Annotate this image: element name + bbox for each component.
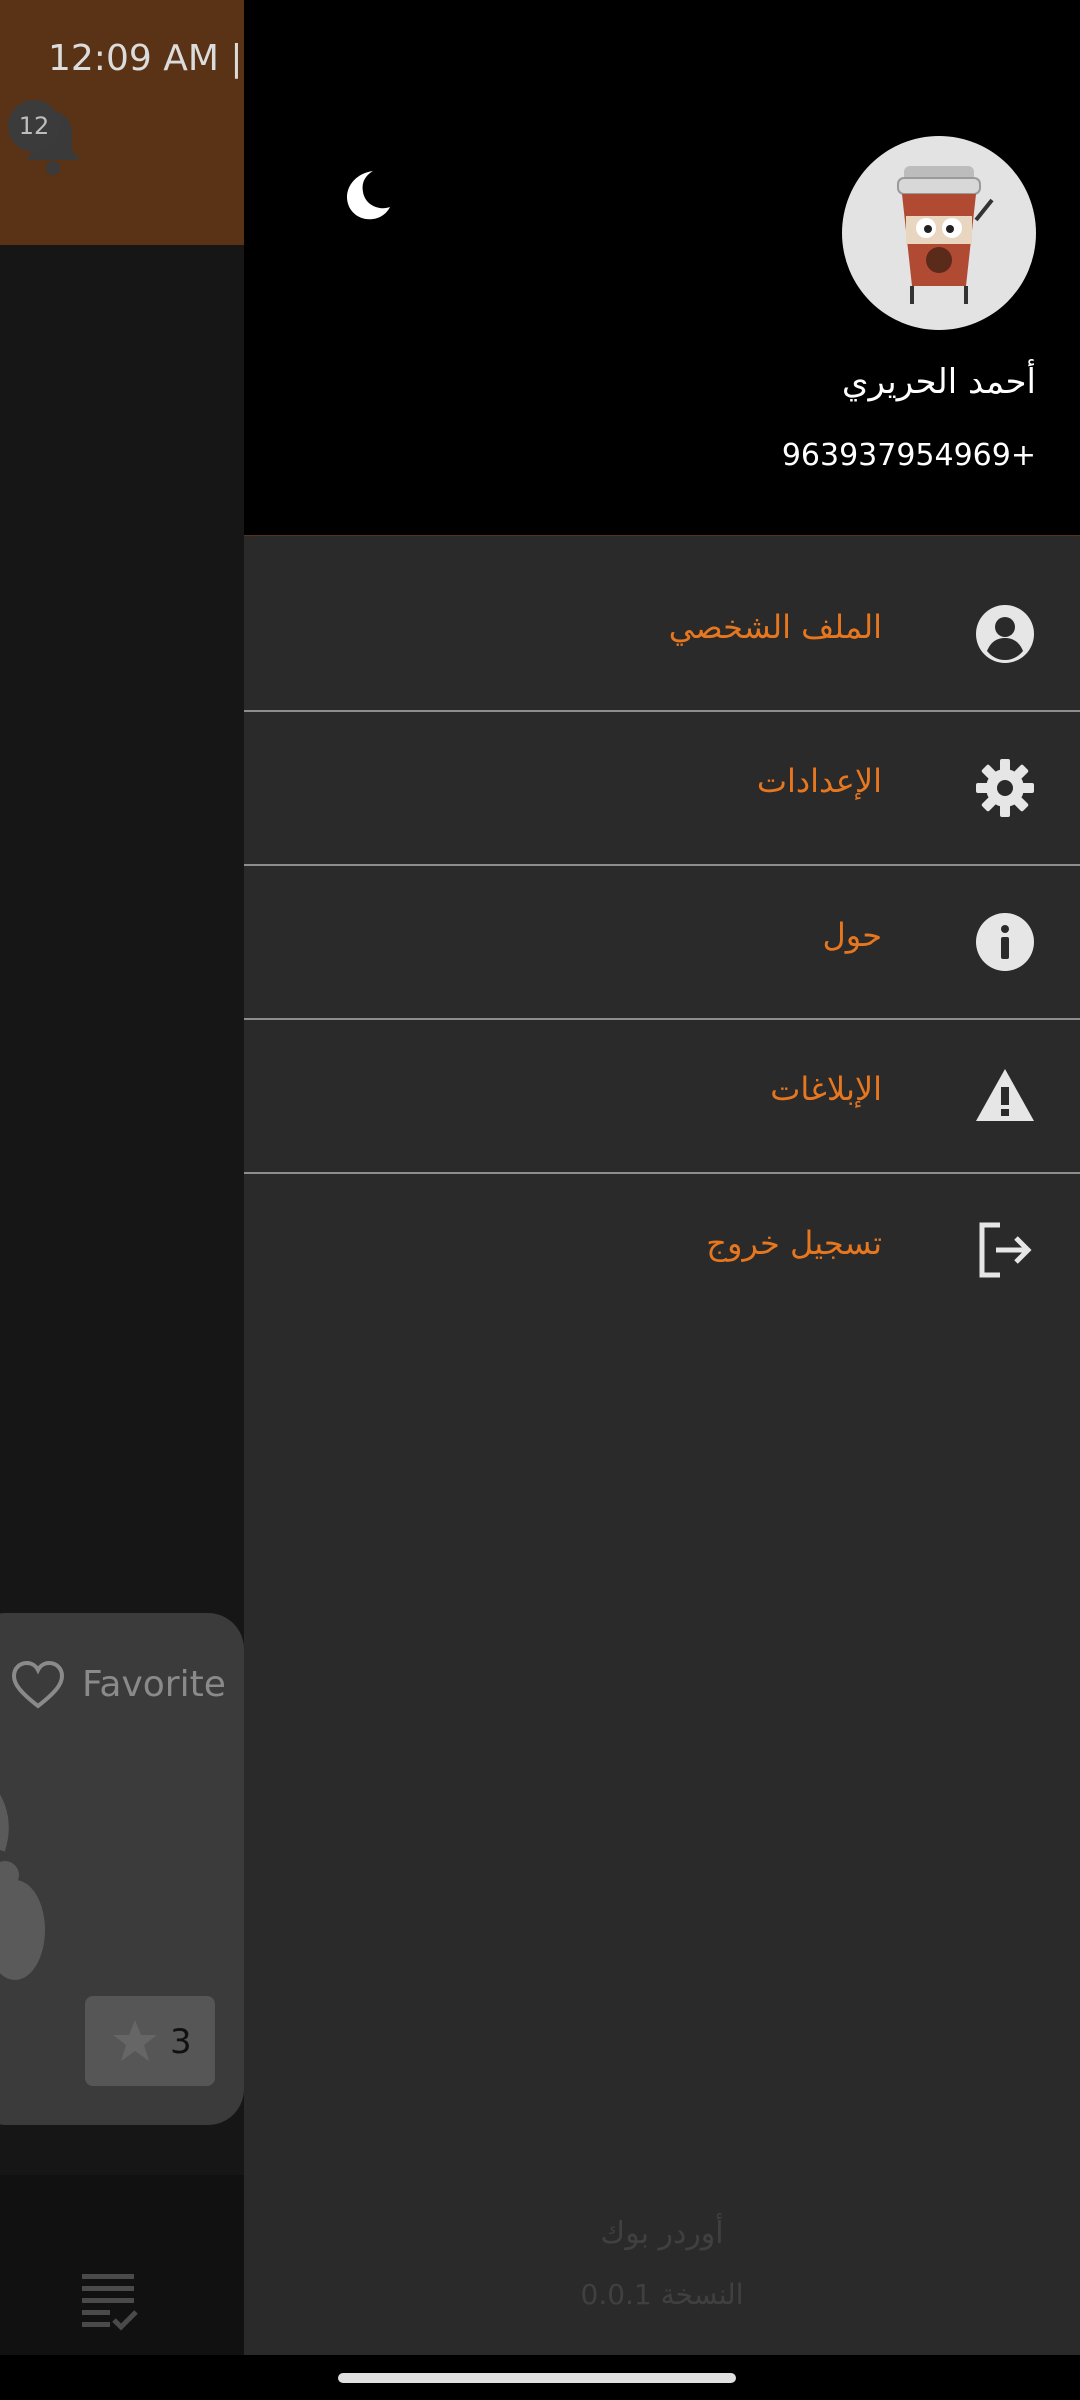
- heart-icon[interactable]: [10, 1658, 66, 1714]
- menu-item-settings[interactable]: الإعدادات: [244, 712, 1080, 864]
- order-list-icon[interactable]: [80, 2270, 140, 2332]
- home-indicator[interactable]: [338, 2373, 736, 2383]
- user-name: أحمد الحريري: [841, 362, 1036, 402]
- gear-icon: [974, 757, 1036, 819]
- avatar[interactable]: [842, 136, 1036, 330]
- menu-item-reports[interactable]: الإبلاغات: [244, 1020, 1080, 1172]
- menu-item-label: الإبلاغات: [770, 1070, 882, 1108]
- info-icon: [974, 911, 1036, 973]
- menu-item-logout[interactable]: تسجيل خروج: [244, 1174, 1080, 1326]
- star-icon: [110, 2016, 160, 2066]
- menu-item-profile[interactable]: الملف الشخصي: [244, 558, 1080, 710]
- notification-count-badge: 12: [8, 100, 60, 152]
- menu-item-about[interactable]: حول: [244, 866, 1080, 1018]
- app-name: أوردر بوك: [600, 2216, 724, 2251]
- menu-item-label: الإعدادات: [756, 762, 882, 800]
- account-circle-icon: [974, 603, 1036, 665]
- menu-item-label: الملف الشخصي: [668, 608, 882, 646]
- product-image: [0, 1760, 80, 1990]
- warning-icon: [974, 1065, 1036, 1127]
- favorite-label: Favorite: [82, 1664, 226, 1705]
- menu-item-label: حول: [822, 916, 882, 954]
- app-version: النسخة 0.0.1: [580, 2278, 744, 2311]
- menu-item-label: تسجيل خروج: [706, 1224, 882, 1262]
- dark-mode-toggle-moon-icon[interactable]: [335, 165, 395, 225]
- logout-icon: [974, 1219, 1036, 1281]
- rating-value: 3: [170, 2022, 192, 2062]
- user-phone: 963937954969+: [781, 438, 1036, 473]
